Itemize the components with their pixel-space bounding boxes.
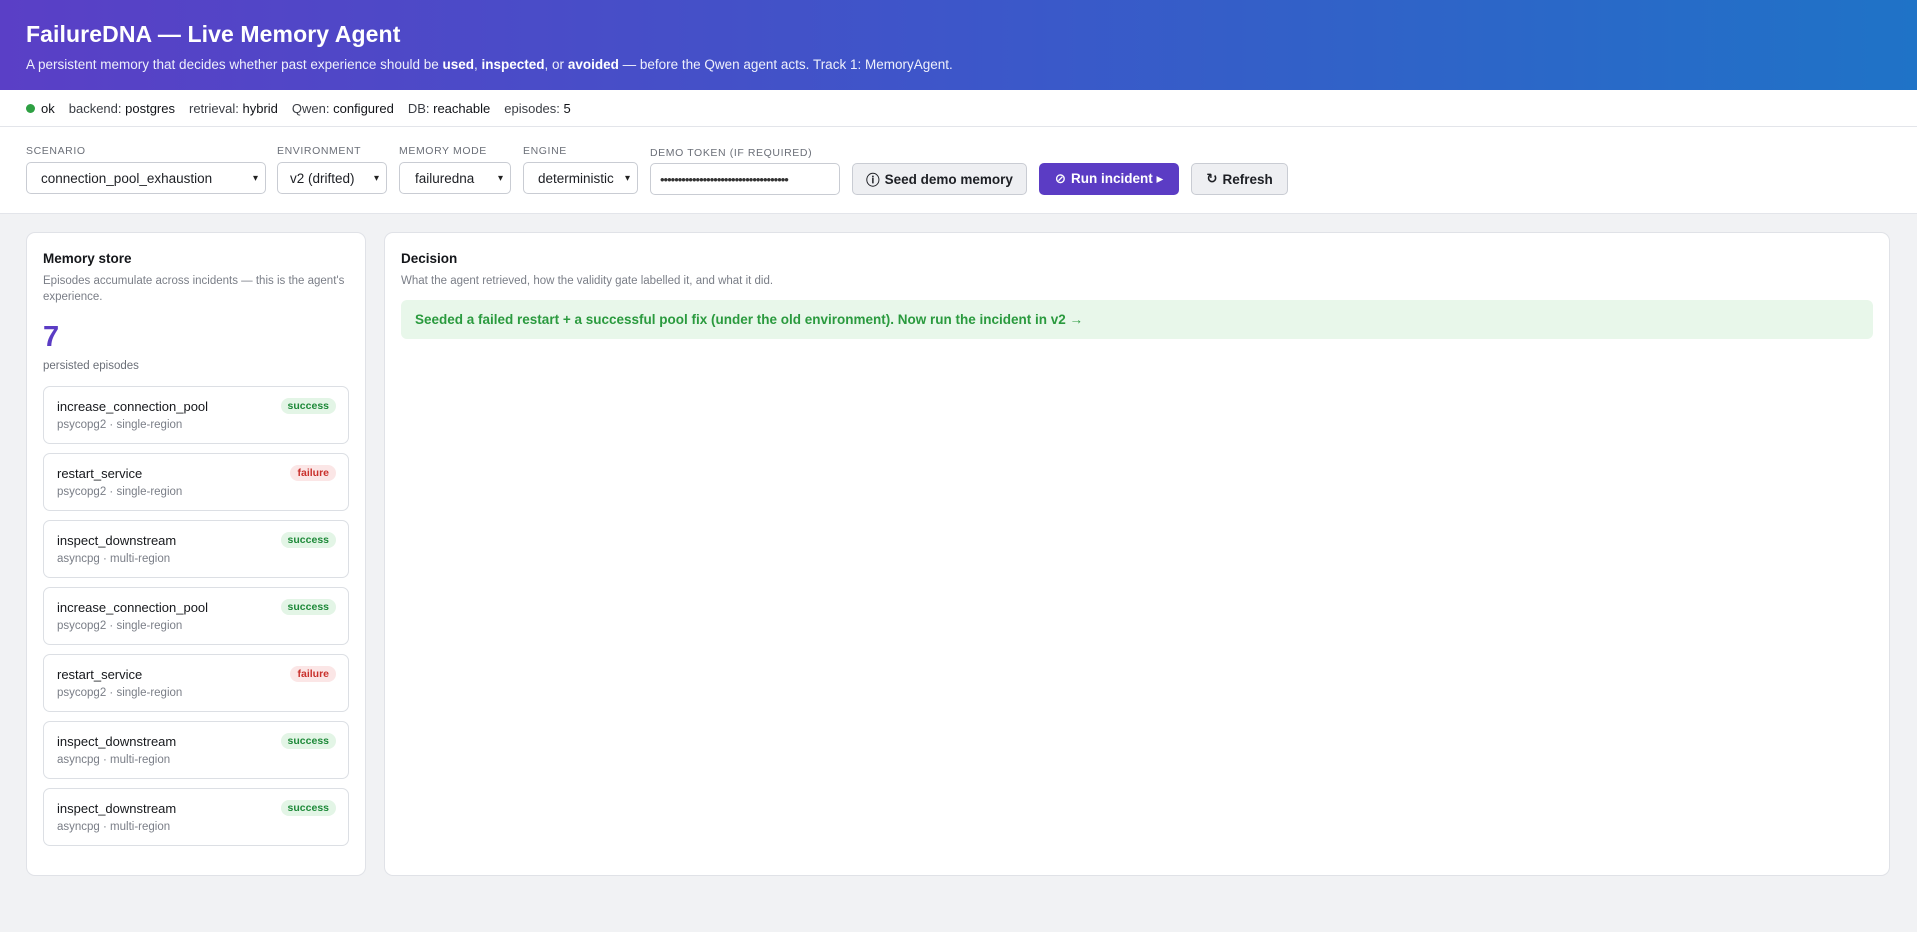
info-icon: ⓘ xyxy=(866,173,880,188)
scenario-value: connection_pool_exhaustion xyxy=(41,170,213,186)
subtitle-inspected: inspected xyxy=(481,57,545,72)
decision-subtitle: What the agent retrieved, how the validi… xyxy=(401,275,774,287)
status-key: episodes: xyxy=(504,100,560,116)
token-input[interactable]: •••••••••••••••••••••••••••••••••••• xyxy=(650,163,840,195)
app-header: FailureDNA — Live Memory Agent A persist… xyxy=(0,0,1917,90)
decision-title: Decision xyxy=(401,251,458,266)
status-bar: ok backend: postgres retrieval: hybrid Q… xyxy=(0,90,1917,127)
episode-item[interactable]: inspect_downstream asyncpg · multi-region… xyxy=(43,520,349,578)
chevron-down-icon: ▾ xyxy=(497,172,503,184)
memory-mode-label: Memory mode xyxy=(399,145,487,157)
outcome-badge: failure xyxy=(290,666,336,682)
refresh-button[interactable]: ↻ Refresh xyxy=(1191,163,1288,195)
refresh-icon: ↻ xyxy=(1206,171,1218,186)
chevron-down-icon: ▾ xyxy=(624,172,630,184)
episode-item[interactable]: restart_service psycopg2 · single-region f… xyxy=(43,453,349,511)
episode-env: asyncpg · multi-region xyxy=(57,821,171,833)
episode-item[interactable]: inspect_downstream asyncpg · multi-region… xyxy=(43,788,349,846)
status-health: ok xyxy=(26,101,55,116)
episode-env: psycopg2 · single-region xyxy=(57,687,183,699)
refresh-label: Refresh xyxy=(1222,171,1273,187)
status-value: reachable xyxy=(433,100,491,116)
subtitle-avoided: avoided xyxy=(567,57,619,72)
engine-field: Engine deterministic ▾ xyxy=(523,145,638,194)
status-value: 5 xyxy=(563,100,571,116)
outcome-badge: success xyxy=(280,398,336,414)
scenario-select[interactable]: connection_pool_exhaustion ▾ xyxy=(26,162,266,194)
subtitle-text: — before the Qwen agent acts. Track 1: M… xyxy=(618,57,953,72)
episode-env: asyncpg · multi-region xyxy=(57,754,171,766)
episode-count-label: persisted episodes xyxy=(43,360,139,372)
memory-mode-value: failuredna xyxy=(415,170,475,186)
environment-value: v2 (drifted) xyxy=(290,170,355,186)
run-incident-button[interactable]: ⊘ Run incident ▸ xyxy=(1039,163,1179,195)
outcome-badge: failure xyxy=(290,465,336,481)
memory-store-title: Memory store xyxy=(43,251,132,266)
decision-panel: Decision What the agent retrieved, how t… xyxy=(384,232,1890,876)
status-retrieval: retrieval: hybrid xyxy=(189,101,278,116)
episode-env: psycopg2 · single-region xyxy=(57,419,183,431)
outcome-badge: success xyxy=(280,733,336,749)
status-key: retrieval: xyxy=(189,100,239,116)
chevron-down-icon: ▾ xyxy=(252,172,258,184)
seed-label: Seed demo memory xyxy=(884,171,1013,187)
status-dot-icon xyxy=(26,103,35,113)
scenario-label: Scenario xyxy=(26,145,86,157)
status-notice: Seeded a failed restart + a successful p… xyxy=(401,300,1873,339)
page-title: FailureDNA — Live Memory Agent xyxy=(26,21,401,47)
subtitle-text: A persistent memory that decides whether… xyxy=(26,57,443,72)
engine-label: Engine xyxy=(523,145,567,157)
subtitle-text: , xyxy=(474,57,482,72)
scenario-field: Scenario connection_pool_exhaustion ▾ xyxy=(26,145,266,194)
status-db: DB: reachable xyxy=(408,101,490,116)
episode-env: psycopg2 · single-region xyxy=(57,486,183,498)
environment-field: Environment v2 (drifted) ▾ xyxy=(277,145,387,194)
status-qwen: Qwen: configured xyxy=(292,101,394,116)
engine-select[interactable]: deterministic ▾ xyxy=(523,162,638,194)
episode-list: increase_connection_pool psycopg2 · singl… xyxy=(43,386,349,846)
chevron-down-icon: ▾ xyxy=(373,172,379,184)
memory-store-subtitle: Episodes accumulate across incidents — t… xyxy=(43,275,345,303)
environment-select[interactable]: v2 (drifted) ▾ xyxy=(277,162,387,194)
token-field: Demo token (if required) •••••••••••••••… xyxy=(650,145,840,195)
status-value: postgres xyxy=(125,100,175,116)
memory-store-panel: Memory store Episodes accumulate across … xyxy=(26,232,366,876)
status-value: configured xyxy=(333,100,394,116)
outcome-badge: success xyxy=(280,800,336,816)
engine-value: deterministic xyxy=(538,170,614,186)
status-key: Qwen: xyxy=(291,100,330,116)
status-value: hybrid xyxy=(242,100,278,116)
outcome-badge: success xyxy=(280,599,336,615)
subtitle-text: , or xyxy=(544,57,568,72)
status-state: ok xyxy=(41,100,55,116)
episode-item[interactable]: increase_connection_pool psycopg2 · singl… xyxy=(43,386,349,444)
environment-label: Environment xyxy=(277,145,362,157)
status-backend: backend: postgres xyxy=(69,101,175,116)
status-key: backend: xyxy=(68,100,122,116)
token-label: Demo token (if required) xyxy=(650,147,813,159)
run-icon: ⊘ xyxy=(1054,171,1067,186)
page-subtitle: A persistent memory that decides whether… xyxy=(26,57,1891,72)
memory-mode-select[interactable]: failuredna ▾ xyxy=(399,162,511,194)
episode-item[interactable]: increase_connection_pool psycopg2 · singl… xyxy=(43,587,349,645)
subtitle-used: used xyxy=(442,57,474,72)
episode-item[interactable]: inspect_downstream asyncpg · multi-region… xyxy=(43,721,349,779)
seed-demo-memory-button[interactable]: ⓘ Seed demo memory xyxy=(852,163,1027,195)
episode-item[interactable]: restart_service psycopg2 · single-region f… xyxy=(43,654,349,712)
status-episodes: episodes: 5 xyxy=(504,101,571,116)
episode-env: asyncpg · multi-region xyxy=(57,553,171,565)
episode-env: psycopg2 · single-region xyxy=(57,620,183,632)
status-key: DB: xyxy=(407,100,430,116)
episode-count: 7 xyxy=(43,321,60,353)
outcome-badge: success xyxy=(280,532,336,548)
run-label: Run incident ▸ xyxy=(1071,171,1164,186)
memory-mode-field: Memory mode failuredna ▾ xyxy=(399,145,511,194)
